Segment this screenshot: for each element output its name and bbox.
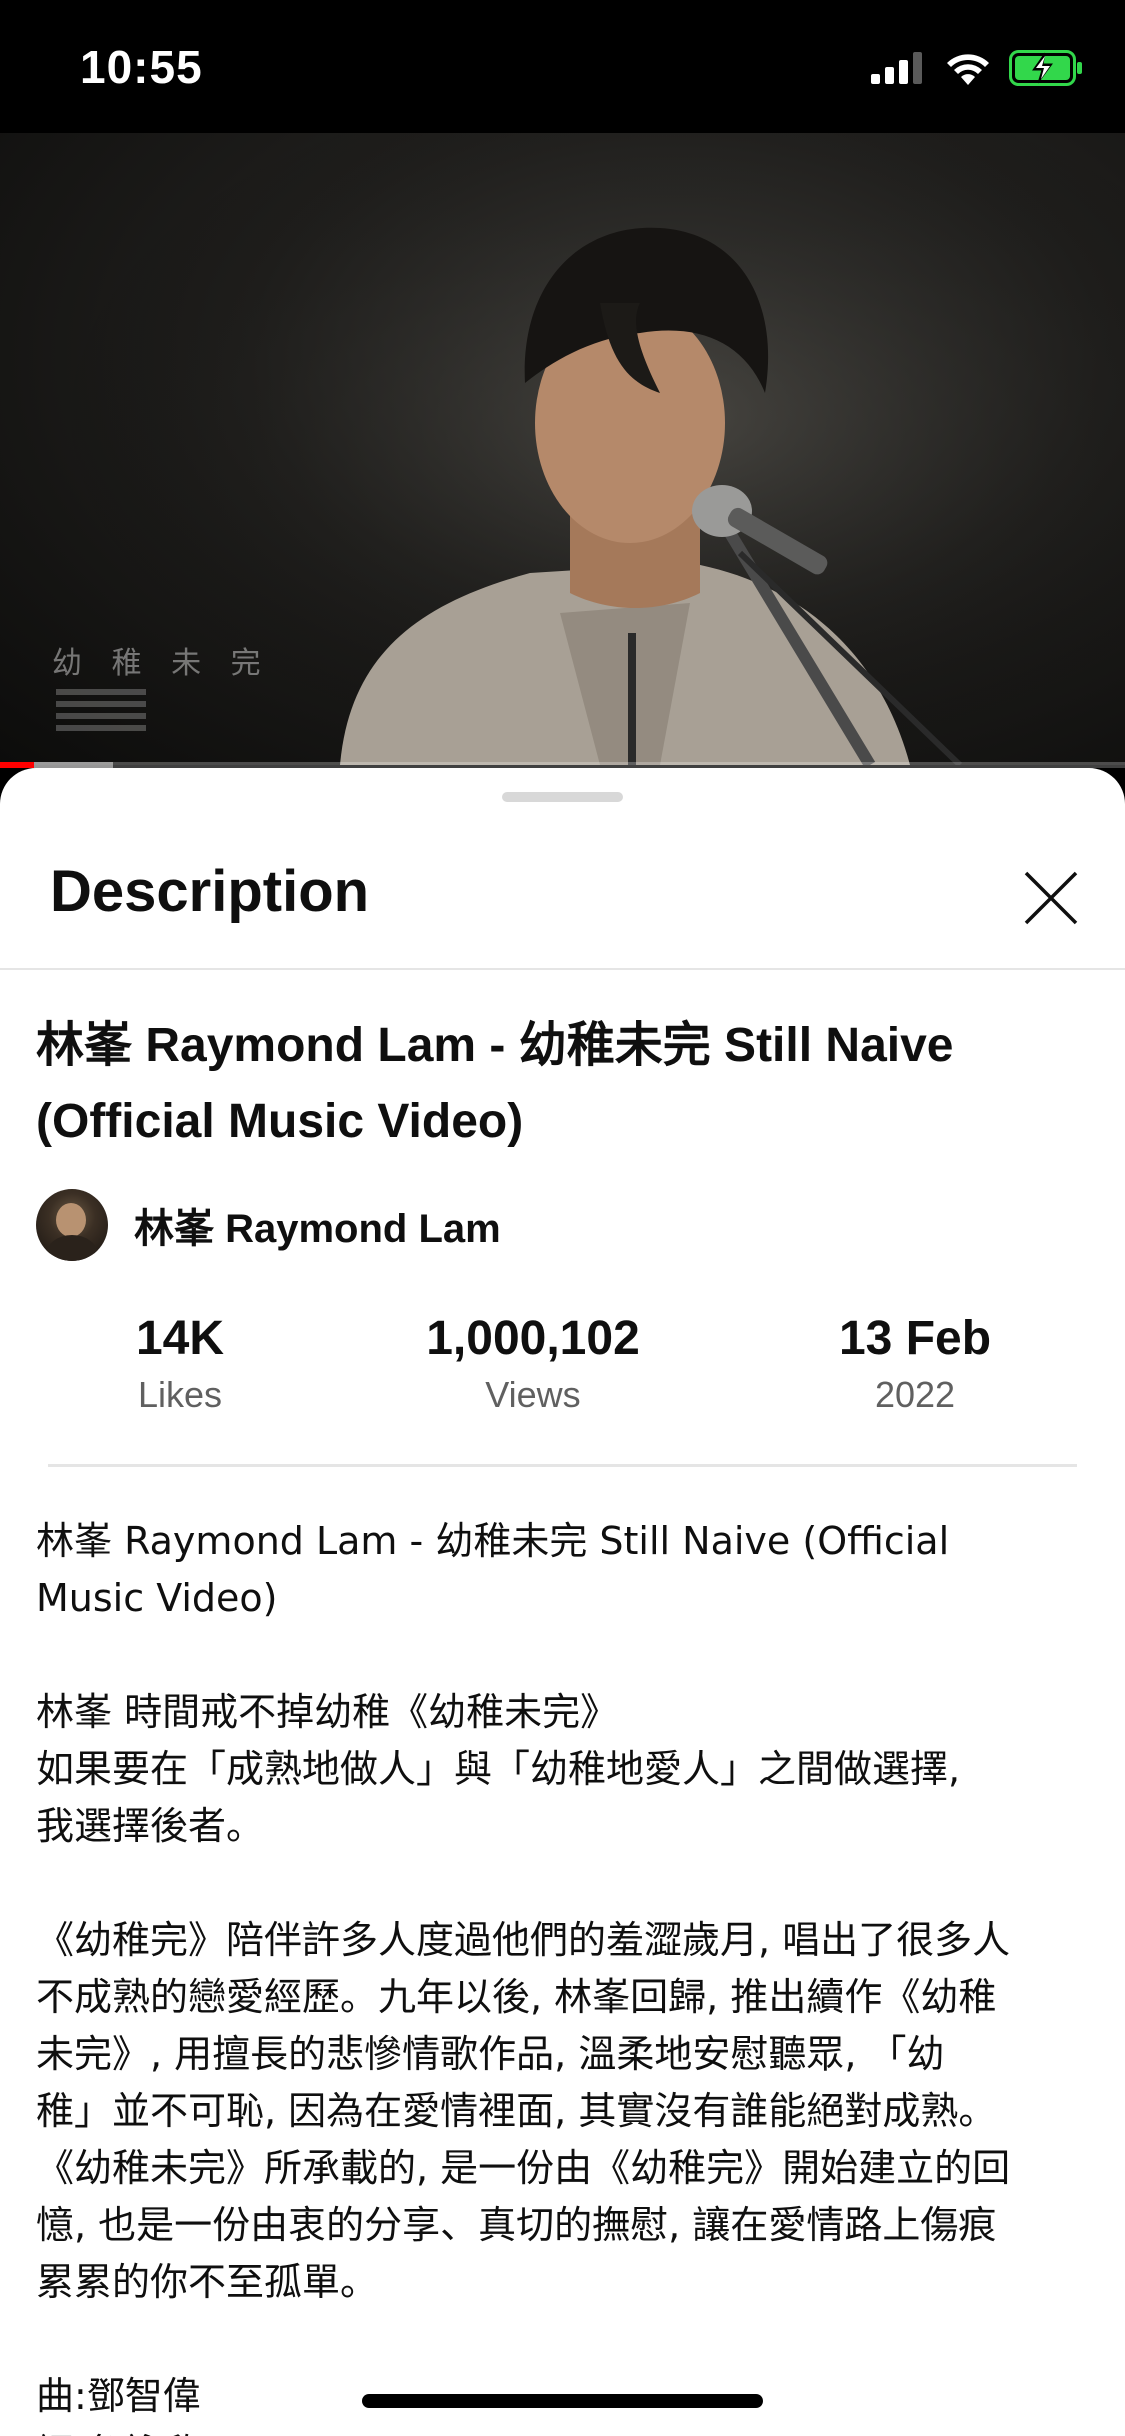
status-icons [871, 50, 1083, 91]
stats-row: 14K Likes 1,000,102 Views 13 Feb 2022 [0, 1308, 1125, 1428]
close-button[interactable] [1001, 848, 1101, 948]
video-title: 林峯 Raymond Lam - 幼稚未完 Still Naive (Offic… [36, 1019, 954, 1148]
description-sheet: Description 林峯 Raymond Lam - 幼稚未完 Still … [0, 768, 1125, 2436]
video-watermark: 幼 稚 未 完 [52, 646, 271, 681]
header-divider [0, 968, 1125, 970]
publish-year: 2022 [874, 1374, 956, 1415]
sheet-title: Description [50, 859, 370, 924]
cellular-signal-icon [871, 52, 927, 89]
channel-row[interactable]: 林峯 Raymond Lam [36, 1188, 501, 1262]
likes-label: Likes [137, 1374, 223, 1415]
progress-played [0, 762, 34, 768]
close-icon [1024, 871, 1078, 925]
status-bar: 10:55 [0, 0, 1125, 133]
likes-stat: 14K Likes [80, 1308, 280, 1420]
sheet-grab-handle[interactable] [502, 792, 623, 802]
screen: 10:55 幼 稚 未 完 Description 林峯 Raymond Lam… [0, 0, 1125, 2436]
publish-date: 13 Feb [838, 1312, 992, 1365]
description-text: 林峯 Raymond Lam - 幼稚未完 Still Naive (Offic… [36, 1519, 1011, 2436]
battery-charging-icon [1009, 50, 1083, 91]
status-time: 10:55 [80, 41, 203, 93]
video-credits [56, 689, 146, 737]
stats-divider [48, 1464, 1077, 1467]
sheet-header: Description [0, 828, 1125, 968]
views-label: Views [485, 1374, 581, 1415]
date-stat: 13 Feb 2022 [800, 1308, 1030, 1420]
video-player[interactable]: 幼 稚 未 完 [0, 133, 1125, 765]
channel-avatar[interactable] [36, 1189, 108, 1261]
channel-name[interactable]: 林峯 Raymond Lam [134, 1196, 501, 1254]
wifi-icon [945, 51, 991, 90]
views-stat: 1,000,102 Views [383, 1308, 683, 1420]
likes-count: 14K [135, 1312, 225, 1365]
home-indicator[interactable] [362, 2394, 763, 2408]
views-count: 1,000,102 [426, 1312, 640, 1365]
